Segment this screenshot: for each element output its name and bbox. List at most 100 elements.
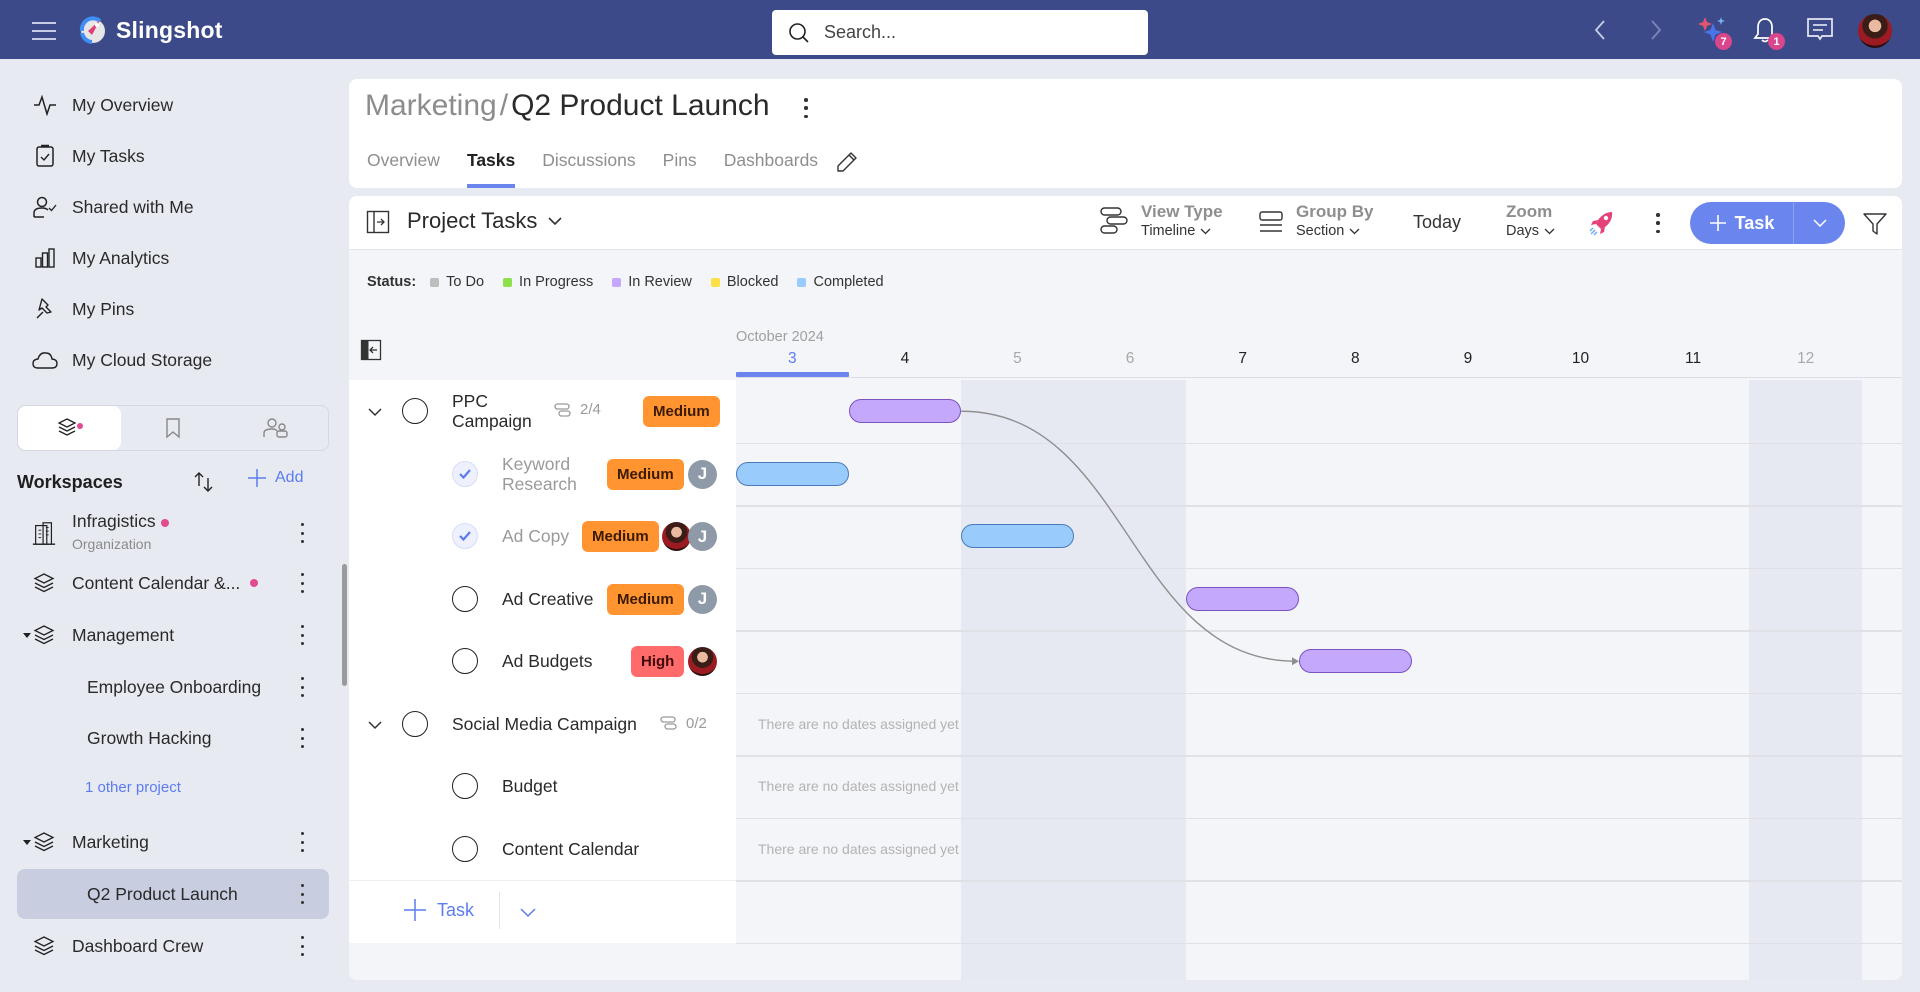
collapse-section-button[interactable] <box>367 404 383 422</box>
user-avatar[interactable] <box>1858 14 1892 48</box>
tab-discussions[interactable]: Discussions <box>542 150 635 186</box>
nav-my-pins[interactable]: My Pins <box>32 289 134 329</box>
collapse-list-button[interactable] <box>360 339 382 366</box>
search-box[interactable] <box>772 10 1148 55</box>
toolbar-more-button[interactable] <box>1655 213 1661 233</box>
sidebar-scrollbar[interactable] <box>342 564 347 686</box>
more-options-button[interactable] <box>299 936 305 956</box>
workspace-infragistics[interactable]: Infragistics Organization <box>17 505 329 561</box>
task-checkbox[interactable] <box>452 648 478 674</box>
timeline-bar[interactable] <box>736 461 849 486</box>
more-options-button[interactable] <box>299 884 305 904</box>
app-logo[interactable]: Slingshot <box>78 15 223 45</box>
notifications-button[interactable]: 1 <box>1749 14 1785 50</box>
task-checkbox[interactable] <box>452 585 478 612</box>
filter-button[interactable] <box>1862 211 1888 242</box>
workspace-management[interactable]: Management <box>17 610 329 660</box>
forward-button[interactable] <box>1640 14 1672 46</box>
timeline-bar[interactable] <box>961 524 1074 549</box>
workspace-marketing[interactable]: Marketing <box>17 817 329 867</box>
task-checkbox-checked[interactable] <box>452 523 478 549</box>
priority-badge[interactable]: Medium <box>607 458 684 490</box>
project-q2-product-launch[interactable]: Q2 Product Launch <box>17 869 329 919</box>
more-options-button[interactable] <box>299 728 305 748</box>
priority-badge[interactable]: Medium <box>582 521 659 552</box>
messages-button[interactable] <box>1804 14 1836 46</box>
zoom-dropdown[interactable]: Zoom Days <box>1506 202 1555 240</box>
workspace-dashboard-crew[interactable]: Dashboard Crew <box>17 921 329 971</box>
project-employee-onboarding[interactable]: Employee Onboarding <box>17 662 329 712</box>
task-name[interactable]: Keyword Research <box>502 454 602 494</box>
task-name[interactable]: Social Media Campaign <box>452 714 637 734</box>
tab-tasks[interactable]: Tasks <box>466 150 516 188</box>
assignee-avatar[interactable]: J <box>688 522 717 551</box>
bookmarks-tab[interactable] <box>121 406 224 450</box>
task-name[interactable]: Ad Budgets <box>502 651 592 671</box>
task-name[interactable]: Budget <box>502 776 557 796</box>
tab-dashboards[interactable]: Dashboards <box>724 150 818 186</box>
more-options-button[interactable] <box>299 832 305 852</box>
priority-badge[interactable]: Medium <box>643 396 720 427</box>
timeline-view-icon <box>1100 207 1128 234</box>
more-options-button[interactable] <box>299 677 305 697</box>
sort-button[interactable] <box>193 470 215 499</box>
priority-badge[interactable]: Medium <box>607 583 684 615</box>
priority-badge[interactable]: High <box>631 646 685 677</box>
add-task-options-button[interactable] <box>1793 202 1845 244</box>
nav-my-analytics[interactable]: My Analytics <box>32 238 169 278</box>
task-checkbox[interactable] <box>402 710 428 737</box>
workspace-content-calendar[interactable]: Content Calendar &... <box>17 558 329 608</box>
project-growth-hacking[interactable]: Growth Hacking <box>17 713 329 763</box>
assignee-avatar[interactable]: J <box>688 459 717 489</box>
edit-tabs-button[interactable] <box>836 151 858 187</box>
project-more-button[interactable] <box>803 98 809 118</box>
ai-assistant-button[interactable]: 7 <box>1696 14 1732 50</box>
task-name[interactable]: Ad Creative <box>502 589 593 609</box>
nav-shared-with-me[interactable]: Shared with Me <box>32 187 194 227</box>
assignee-avatar-photo[interactable] <box>688 647 717 676</box>
assignee-avatar[interactable]: J <box>688 584 717 614</box>
today-button[interactable]: Today <box>1413 212 1461 233</box>
more-options-button[interactable] <box>299 523 305 543</box>
divider <box>499 892 500 929</box>
task-checkbox[interactable] <box>402 398 428 424</box>
task-name[interactable]: PPC Campaign <box>452 391 552 431</box>
task-name[interactable]: Ad Copy <box>502 526 569 546</box>
add-task-inline-button[interactable]: Task <box>403 898 474 922</box>
more-options-button[interactable] <box>299 573 305 593</box>
toggle-panel-button[interactable] <box>366 210 390 239</box>
more-options-button[interactable] <box>299 625 305 645</box>
nav-my-overview[interactable]: My Overview <box>32 85 173 125</box>
timeline-bar[interactable] <box>1186 586 1299 611</box>
legend-swatch <box>503 277 513 287</box>
task-checkbox-checked[interactable] <box>452 460 478 487</box>
task-name[interactable]: Content Calendar <box>502 839 639 859</box>
nav-my-tasks[interactable]: My Tasks <box>32 136 145 176</box>
other-projects-link[interactable]: 1 other project <box>85 779 181 796</box>
expand-caret-icon[interactable] <box>23 839 31 845</box>
back-button[interactable] <box>1584 14 1616 46</box>
task-list-selector[interactable]: Project Tasks <box>407 208 563 234</box>
timeline-bar[interactable] <box>1299 649 1412 674</box>
search-input[interactable] <box>824 22 1104 43</box>
add-workspace-button[interactable]: Add <box>247 468 303 488</box>
tab-pins[interactable]: Pins <box>663 150 697 186</box>
nav-my-cloud-storage[interactable]: My Cloud Storage <box>32 340 212 380</box>
nav-label: My Analytics <box>72 247 170 268</box>
task-checkbox[interactable] <box>452 773 478 799</box>
boost-button[interactable] <box>1588 209 1616 242</box>
group-by-dropdown[interactable]: Group By Section <box>1258 202 1373 240</box>
people-tab[interactable] <box>225 406 328 450</box>
collapse-section-button[interactable] <box>367 717 383 735</box>
view-type-dropdown[interactable]: View Type Timeline <box>1099 202 1223 240</box>
assignee-avatar-photo[interactable] <box>662 522 691 551</box>
task-checkbox[interactable] <box>452 835 478 862</box>
add-task-button[interactable]: Task <box>1690 202 1793 244</box>
add-task-inline-options[interactable] <box>519 905 537 923</box>
workspaces-tab[interactable] <box>18 406 122 450</box>
breadcrumb-parent[interactable]: Marketing <box>365 89 497 123</box>
tab-overview[interactable]: Overview <box>367 150 440 186</box>
timeline-bar[interactable] <box>848 399 962 424</box>
menu-icon[interactable] <box>32 20 56 40</box>
expand-caret-icon[interactable] <box>23 632 31 638</box>
